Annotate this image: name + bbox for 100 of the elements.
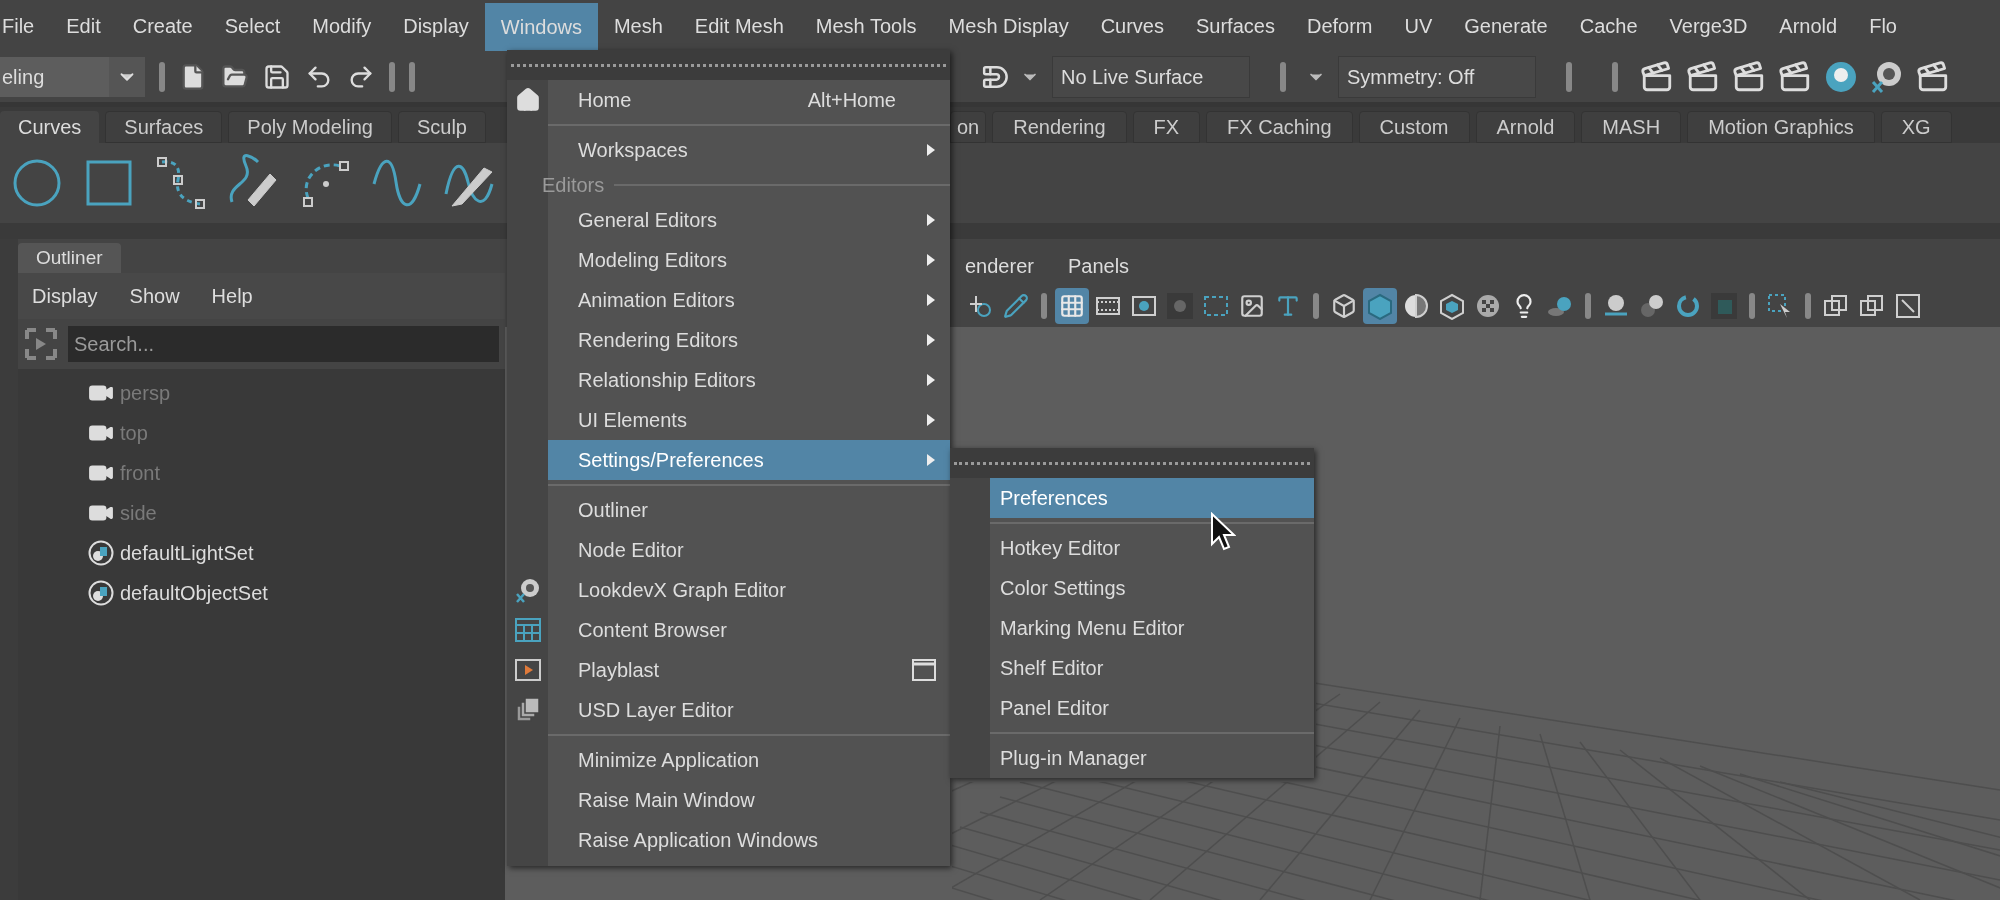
film-play-icon: [514, 659, 541, 681]
render-icon[interactable]: [1686, 59, 1720, 94]
shelf-tab[interactable]: Arnold: [1475, 111, 1576, 143]
tear-off-strip[interactable]: [950, 448, 1314, 478]
shelf-tab[interactable]: Custom: [1358, 111, 1470, 143]
scene-node[interactable]: defaultObjectSet: [120, 578, 268, 608]
menu-bar-item[interactable]: File: [0, 0, 51, 51]
shelf-tab[interactable]: FX Caching: [1206, 111, 1353, 143]
render-layers-icon[interactable]: [1916, 59, 1950, 94]
menu-bar-item[interactable]: Arnold: [1763, 0, 1854, 51]
ring-icon[interactable]: [1824, 59, 1858, 94]
render-view-icon[interactable]: [1640, 59, 1674, 94]
menu-bar-item[interactable]: Deform: [1290, 0, 1389, 51]
menu-bar-item[interactable]: Edit Mesh: [678, 0, 800, 51]
menu-item[interactable]: Playblast: [548, 650, 950, 690]
panel-menu-item[interactable]: enderer: [965, 251, 1034, 281]
menu-bar-item[interactable]: Mesh Display: [932, 0, 1085, 51]
menu-item[interactable]: Minimize Application: [548, 740, 950, 780]
menu-bar-item[interactable]: Display: [387, 0, 485, 51]
menu-item[interactable]: Preferences: [990, 478, 1314, 518]
shelf-tab[interactable]: MASH: [1581, 111, 1682, 143]
menu-bar-item[interactable]: Mesh Tools: [799, 0, 933, 51]
symmetry-field[interactable]: Symmetry: Off: [1338, 55, 1536, 98]
workspace-dropdown[interactable]: eling: [0, 56, 145, 97]
toolbar-divider: [1041, 293, 1047, 319]
grid-window-icon: [514, 617, 541, 643]
submenu-arrow-icon: [926, 293, 936, 307]
menu-item[interactable]: Plug-in Manager: [990, 738, 1314, 778]
menu-item[interactable]: Settings/Preferences: [548, 440, 950, 480]
menu-item[interactable]: Panel Editor: [990, 688, 1314, 728]
ipr-render-icon[interactable]: [1732, 59, 1766, 94]
menu-item[interactable]: Node Editor: [548, 530, 950, 570]
menu-bar-item[interactable]: Surfaces: [1180, 0, 1291, 51]
menu-item[interactable]: Content Browser: [548, 610, 950, 650]
menu-item[interactable]: Animation Editors: [548, 280, 950, 320]
shelf-tab[interactable]: Poly Modeling: [228, 111, 392, 143]
menu-item[interactable]: Color Settings: [990, 568, 1314, 608]
menu-item[interactable]: General Editors: [548, 200, 950, 240]
menu-item[interactable]: LookdevX Graph Editor: [548, 570, 950, 610]
search-field[interactable]: Search...: [68, 326, 499, 362]
shelf-tab[interactable]: Surfaces: [105, 111, 223, 143]
outliner-menu-item[interactable]: Help: [211, 281, 253, 311]
outliner-menu-item[interactable]: Display: [32, 281, 98, 311]
menu-bar-item[interactable]: Cache: [1563, 0, 1654, 51]
toolbar-divider: [1612, 61, 1618, 92]
shelf-tab[interactable]: Rendering: [992, 111, 1127, 143]
menu-bar-item[interactable]: Modify: [296, 0, 388, 51]
shelf-tab[interactable]: Motion Graphics: [1687, 111, 1875, 143]
submenu-arrow-icon: [926, 253, 936, 267]
outliner-menu-item[interactable]: Show: [129, 281, 180, 311]
menu-bar-item[interactable]: Curves: [1084, 0, 1180, 51]
menu-bar-item[interactable]: Flo: [1853, 0, 1913, 51]
lookdevx-icon: [513, 576, 542, 604]
filter-icon[interactable]: [24, 327, 58, 361]
submenu-arrow-icon: [926, 333, 936, 347]
menu-item[interactable]: USD Layer Editor: [548, 690, 950, 730]
live-surface-field[interactable]: No Live Surface: [1052, 55, 1250, 98]
menu-bar-item[interactable]: Verge3D: [1653, 0, 1764, 51]
submenu-arrow-icon: [926, 373, 936, 387]
menu-item[interactable]: Rendering Editors: [548, 320, 950, 360]
save-icon[interactable]: [263, 62, 291, 91]
menu-item[interactable]: Raise Application Windows: [548, 820, 950, 860]
submenu-arrow-icon: [926, 143, 936, 157]
shelf-tab[interactable]: FX: [1132, 111, 1201, 143]
toolbar-divider: [389, 61, 395, 92]
submenu-arrow-icon: [926, 213, 936, 227]
shelf-tab[interactable]: Curves: [0, 111, 100, 143]
menu-bar-item[interactable]: Select: [208, 0, 297, 51]
toolbar-divider: [159, 61, 165, 92]
lookdevx-icon[interactable]: [1870, 59, 1904, 94]
mouse-cursor-icon: [1210, 512, 1236, 552]
outliner-tab[interactable]: Outliner: [18, 243, 121, 273]
menu-item[interactable]: Marking Menu Editor: [990, 608, 1314, 648]
menu-item[interactable]: Raise Main Window: [548, 780, 950, 820]
menu-item[interactable]: Home Alt+Home: [548, 80, 950, 120]
menu-item[interactable]: Relationship Editors: [548, 360, 950, 400]
shelf-tab[interactable]: Sculp: [397, 111, 486, 143]
shelf-tab[interactable]: on: [950, 111, 987, 143]
menu-item[interactable]: UI Elements: [548, 400, 950, 440]
layers-icon: [514, 697, 541, 723]
home-icon: [514, 87, 541, 113]
menu-item[interactable]: Hotkey Editor: [990, 528, 1314, 568]
grid-icon[interactable]: [1055, 288, 1089, 324]
tear-off-strip[interactable]: [507, 50, 950, 80]
menu-item[interactable]: Shelf Editor: [990, 648, 1314, 688]
menu-item[interactable]: Workspaces: [548, 130, 950, 170]
menu-item[interactable]: Modeling Editors: [548, 240, 950, 280]
menu-bar-item[interactable]: UV: [1388, 0, 1449, 51]
panel-menu-item[interactable]: Panels: [1067, 251, 1130, 281]
menu-bar-item[interactable]: Edit: [50, 0, 117, 51]
menu-bar-item[interactable]: Generate: [1448, 0, 1564, 51]
menu-item[interactable]: Outliner: [548, 490, 950, 530]
toolbar-divider: [1280, 61, 1286, 92]
toolbar-divider: [1585, 293, 1591, 319]
shelf-tab[interactable]: XG: [1880, 111, 1952, 143]
menu-bar-item[interactable]: Create: [116, 0, 209, 51]
menu-bar-item[interactable]: Mesh: [597, 0, 679, 51]
render-settings-icon[interactable]: [1778, 59, 1812, 94]
option-box-icon[interactable]: [912, 659, 936, 681]
scene-node[interactable]: defaultLightSet: [120, 538, 254, 568]
